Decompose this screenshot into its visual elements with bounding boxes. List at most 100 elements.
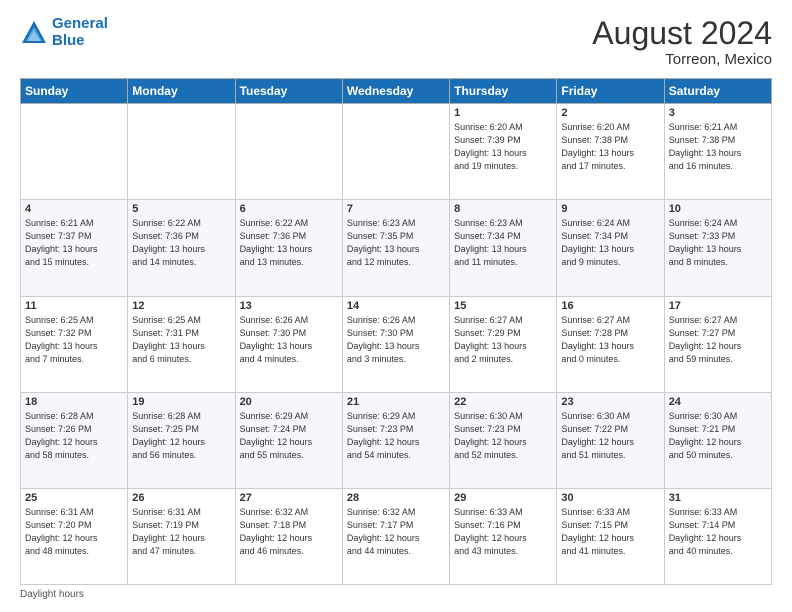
calendar-cell: 3 Sunrise: 6:21 AM Sunset: 7:38 PM Daylig… [664, 104, 771, 200]
day-number: 3 [669, 107, 767, 119]
calendar-cell [128, 104, 235, 200]
day-number: 27 [240, 492, 338, 504]
calendar-cell: 6 Sunrise: 6:22 AM Sunset: 7:36 PM Daylig… [235, 200, 342, 296]
header: General Blue August 2024 Torreon, Mexico [20, 16, 772, 68]
day-number: 17 [669, 300, 767, 312]
day-info: Sunrise: 6:23 AM Sunset: 7:34 PM Dayligh… [454, 217, 552, 269]
day-info: Sunrise: 6:25 AM Sunset: 7:31 PM Dayligh… [132, 314, 230, 366]
calendar-cell: 25 Sunrise: 6:31 AM Sunset: 7:20 PM Dayli… [21, 488, 128, 584]
day-info: Sunrise: 6:30 AM Sunset: 7:21 PM Dayligh… [669, 410, 767, 462]
day-info: Sunrise: 6:20 AM Sunset: 7:39 PM Dayligh… [454, 121, 552, 173]
day-number: 13 [240, 300, 338, 312]
day-number: 22 [454, 396, 552, 408]
calendar-cell: 16 Sunrise: 6:27 AM Sunset: 7:28 PM Dayli… [557, 296, 664, 392]
day-number: 30 [561, 492, 659, 504]
logo: General Blue [20, 16, 108, 49]
calendar-cell: 12 Sunrise: 6:25 AM Sunset: 7:31 PM Dayli… [128, 296, 235, 392]
calendar-cell: 8 Sunrise: 6:23 AM Sunset: 7:34 PM Daylig… [450, 200, 557, 296]
day-number: 16 [561, 300, 659, 312]
day-number: 25 [25, 492, 123, 504]
day-number: 1 [454, 107, 552, 119]
col-header-friday: Friday [557, 79, 664, 104]
day-info: Sunrise: 6:26 AM Sunset: 7:30 PM Dayligh… [347, 314, 445, 366]
calendar-cell: 22 Sunrise: 6:30 AM Sunset: 7:23 PM Dayli… [450, 392, 557, 488]
calendar-cell: 30 Sunrise: 6:33 AM Sunset: 7:15 PM Dayli… [557, 488, 664, 584]
day-info: Sunrise: 6:28 AM Sunset: 7:25 PM Dayligh… [132, 410, 230, 462]
day-number: 20 [240, 396, 338, 408]
day-info: Sunrise: 6:22 AM Sunset: 7:36 PM Dayligh… [240, 217, 338, 269]
calendar-cell [342, 104, 449, 200]
calendar-cell: 31Sunrise: 6:33 AM Sunset: 7:14 PM Dayli… [664, 488, 771, 584]
day-info: Sunrise: 6:27 AM Sunset: 7:28 PM Dayligh… [561, 314, 659, 366]
calendar-week-3: 11 Sunrise: 6:25 AM Sunset: 7:32 PM Dayli… [21, 296, 772, 392]
day-info: Sunrise: 6:30 AM Sunset: 7:23 PM Dayligh… [454, 410, 552, 462]
day-info: Sunrise: 6:30 AM Sunset: 7:22 PM Dayligh… [561, 410, 659, 462]
calendar-cell: 1 Sunrise: 6:20 AM Sunset: 7:39 PM Daylig… [450, 104, 557, 200]
day-info: Sunrise: 6:31 AM Sunset: 7:19 PM Dayligh… [132, 506, 230, 558]
calendar-week-1: 1 Sunrise: 6:20 AM Sunset: 7:39 PM Daylig… [21, 104, 772, 200]
calendar-cell: 18Sunrise: 6:28 AM Sunset: 7:26 PM Dayli… [21, 392, 128, 488]
calendar-cell: 2 Sunrise: 6:20 AM Sunset: 7:38 PM Daylig… [557, 104, 664, 200]
calendar-cell: 23Sunrise: 6:30 AM Sunset: 7:22 PM Dayli… [557, 392, 664, 488]
day-info: Sunrise: 6:25 AM Sunset: 7:32 PM Dayligh… [25, 314, 123, 366]
title-block: August 2024 Torreon, Mexico [592, 16, 772, 68]
calendar-cell: 20 Sunrise: 6:29 AM Sunset: 7:24 PM Dayli… [235, 392, 342, 488]
day-number: 10 [669, 203, 767, 215]
day-number: 29 [454, 492, 552, 504]
calendar-cell [235, 104, 342, 200]
day-info: Sunrise: 6:31 AM Sunset: 7:20 PM Dayligh… [25, 506, 123, 558]
calendar-week-5: 25 Sunrise: 6:31 AM Sunset: 7:20 PM Dayli… [21, 488, 772, 584]
calendar-cell: 10 Sunrise: 6:24 AM Sunset: 7:33 PM Dayli… [664, 200, 771, 296]
col-header-wednesday: Wednesday [342, 79, 449, 104]
calendar-cell [21, 104, 128, 200]
day-number: 11 [25, 300, 123, 312]
day-number: 19 [132, 396, 230, 408]
day-number: 2 [561, 107, 659, 119]
calendar-cell: 29 Sunrise: 6:33 AM Sunset: 7:16 PM Dayli… [450, 488, 557, 584]
day-number: 12 [132, 300, 230, 312]
calendar-cell: 13 Sunrise: 6:26 AM Sunset: 7:30 PM Dayli… [235, 296, 342, 392]
day-info: Sunrise: 6:27 AM Sunset: 7:29 PM Dayligh… [454, 314, 552, 366]
day-number: 7 [347, 203, 445, 215]
calendar-cell: 14 Sunrise: 6:26 AM Sunset: 7:30 PM Dayli… [342, 296, 449, 392]
day-number: 31 [669, 492, 767, 504]
day-number: 6 [240, 203, 338, 215]
page: General Blue August 2024 Torreon, Mexico… [0, 0, 792, 612]
day-number: 24 [669, 396, 767, 408]
calendar-cell: 4Sunrise: 6:21 AM Sunset: 7:37 PM Daylig… [21, 200, 128, 296]
day-info: Sunrise: 6:22 AM Sunset: 7:36 PM Dayligh… [132, 217, 230, 269]
calendar-table: SundayMondayTuesdayWednesdayThursdayFrid… [20, 78, 772, 585]
calendar-cell: 7Sunrise: 6:23 AM Sunset: 7:35 PM Daylig… [342, 200, 449, 296]
calendar-cell: 11 Sunrise: 6:25 AM Sunset: 7:32 PM Dayli… [21, 296, 128, 392]
day-number: 5 [132, 203, 230, 215]
col-header-tuesday: Tuesday [235, 79, 342, 104]
col-header-sunday: Sunday [21, 79, 128, 104]
day-info: Sunrise: 6:29 AM Sunset: 7:24 PM Dayligh… [240, 410, 338, 462]
location: Torreon, Mexico [592, 51, 772, 68]
day-info: Sunrise: 6:21 AM Sunset: 7:38 PM Dayligh… [669, 121, 767, 173]
day-info: Sunrise: 6:24 AM Sunset: 7:33 PM Dayligh… [669, 217, 767, 269]
day-number: 18 [25, 396, 123, 408]
day-info: Sunrise: 6:33 AM Sunset: 7:16 PM Dayligh… [454, 506, 552, 558]
day-number: 28 [347, 492, 445, 504]
day-number: 8 [454, 203, 552, 215]
logo-text: General Blue [52, 16, 108, 49]
calendar-cell: 19 Sunrise: 6:28 AM Sunset: 7:25 PM Dayli… [128, 392, 235, 488]
calendar-cell: 5 Sunrise: 6:22 AM Sunset: 7:36 PM Daylig… [128, 200, 235, 296]
month-year: August 2024 [592, 16, 772, 51]
col-header-thursday: Thursday [450, 79, 557, 104]
day-number: 4 [25, 203, 123, 215]
logo-icon [20, 19, 48, 47]
calendar-week-2: 4Sunrise: 6:21 AM Sunset: 7:37 PM Daylig… [21, 200, 772, 296]
calendar-week-4: 18Sunrise: 6:28 AM Sunset: 7:26 PM Dayli… [21, 392, 772, 488]
calendar-cell: 17 Sunrise: 6:27 AM Sunset: 7:27 PM Dayli… [664, 296, 771, 392]
day-info: Sunrise: 6:20 AM Sunset: 7:38 PM Dayligh… [561, 121, 659, 173]
calendar-cell: 24 Sunrise: 6:30 AM Sunset: 7:21 PM Dayli… [664, 392, 771, 488]
day-info: Sunrise: 6:29 AM Sunset: 7:23 PM Dayligh… [347, 410, 445, 462]
day-info: Sunrise: 6:26 AM Sunset: 7:30 PM Dayligh… [240, 314, 338, 366]
calendar-cell: 26Sunrise: 6:31 AM Sunset: 7:19 PM Dayli… [128, 488, 235, 584]
day-info: Sunrise: 6:27 AM Sunset: 7:27 PM Dayligh… [669, 314, 767, 366]
day-number: 14 [347, 300, 445, 312]
day-info: Sunrise: 6:33 AM Sunset: 7:15 PM Dayligh… [561, 506, 659, 558]
day-number: 21 [347, 396, 445, 408]
